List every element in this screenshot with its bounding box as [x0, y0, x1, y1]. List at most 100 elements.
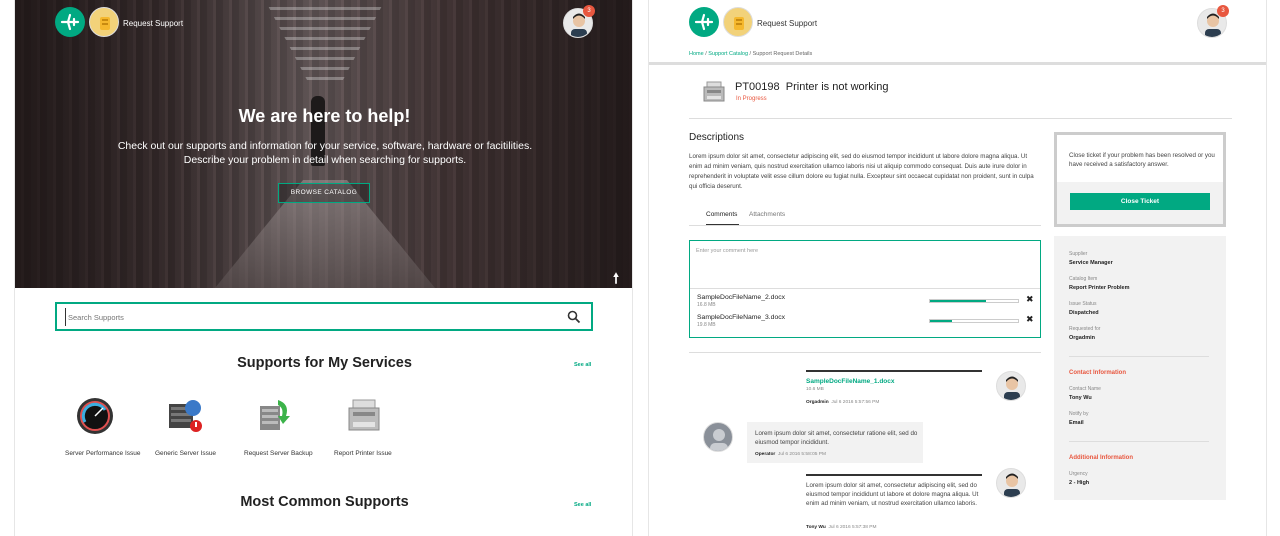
comment-box[interactable]: Enter your comment here SampleDocFileNam… — [689, 240, 1041, 338]
ticket-title: Printer is not working — [785, 81, 889, 93]
support-agent-icon[interactable] — [723, 7, 753, 37]
remove-attachment-icon[interactable]: ✖ — [1026, 294, 1034, 305]
app-title: Request Support — [123, 19, 184, 28]
supplier-value: Service Manager — [1069, 260, 1113, 266]
notification-badge: 3 — [1217, 5, 1229, 17]
contact-info-heading: Contact Information — [1069, 370, 1126, 376]
attachment-row: SampleDocFileName_2.docx 16.8 MB ✖ — [697, 294, 1037, 308]
message-top-rule — [806, 474, 982, 476]
remove-attachment-icon[interactable]: ✖ — [1026, 314, 1034, 325]
issue-status-label: Issue Status — [1069, 301, 1097, 307]
tab-comments[interactable]: Comments — [706, 211, 737, 218]
server-alert-icon — [169, 400, 202, 432]
hero-heading: We are here to help! — [238, 106, 411, 126]
hero-banner: Request Support 3 We are here to help! C… — [15, 0, 632, 288]
comment-input[interactable]: Enter your comment here — [696, 248, 758, 254]
service-card-printer[interactable]: Report Printer Issue — [334, 396, 414, 458]
ceiling-lights-image — [265, 0, 385, 80]
service-label: Request Server Backup — [244, 450, 313, 457]
message-meta: Orgadmin Jul 6 2016 5:57:56 PM — [806, 400, 879, 405]
support-agent-icon[interactable] — [89, 7, 119, 37]
close-ticket-text: Close ticket if your problem has been re… — [1069, 152, 1215, 168]
notify-by-value: Email — [1069, 420, 1084, 426]
search-input[interactable] — [65, 308, 555, 326]
app-title: Request Support — [757, 19, 818, 28]
tab-attachments[interactable]: Attachments — [749, 211, 785, 218]
catalog-item-label: Catalog Item — [1069, 276, 1098, 282]
ticket-status: In Progress — [736, 96, 767, 102]
printer-icon — [703, 81, 725, 102]
divider — [1069, 356, 1209, 357]
issue-status-value: Dispatched — [1069, 310, 1099, 316]
message-author: Orgadmin — [806, 400, 829, 405]
requested-for-value: Orgadmin — [1069, 335, 1095, 341]
common-section-title: Most Common Supports — [240, 494, 409, 510]
search-icon[interactable] — [567, 310, 581, 329]
hero-text-line2: Describe your problem in detail when sea… — [183, 154, 467, 166]
breadcrumb-catalog[interactable]: Support Catalog — [708, 51, 748, 57]
header-divider — [649, 62, 1266, 65]
ticket-detail-frame: Request Support 3 Home / Support Catalog… — [648, 0, 1267, 536]
service-card-server-performance[interactable]: Server Performance Issue — [65, 396, 145, 458]
upload-progress-fill — [930, 320, 952, 322]
breadcrumb-current: Support Request Details — [752, 51, 813, 57]
common-see-all-link[interactable]: See all — [574, 502, 591, 508]
app-logo-icon[interactable] — [55, 7, 85, 37]
divider — [689, 225, 1041, 226]
message-meta: Tony Wu Jul 6 2016 5:57:38 PM — [806, 525, 877, 530]
message-text: Lorem ipsum dolor sit amet, consectetur … — [755, 430, 918, 446]
ticket-id: PT00198 — [735, 81, 780, 93]
service-card-generic-server[interactable]: Generic Server Issue — [155, 396, 235, 458]
message-text: Lorem ipsum dolor sit amet, consectetur … — [806, 482, 979, 507]
scroll-up-icon[interactable]: 🠕 — [613, 268, 619, 292]
operator-avatar — [703, 422, 733, 452]
notify-by-label: Notify by — [1069, 411, 1089, 417]
server-backup-icon — [260, 400, 290, 430]
service-card-server-backup[interactable]: Request Server Backup — [244, 396, 324, 458]
services-section-title: Supports for My Services — [237, 355, 412, 371]
message-time: Jul 6 2016 5:58:05 PM — [777, 452, 826, 457]
descriptions-text: Lorem ipsum dolor sit amet, consectetur … — [689, 153, 1034, 190]
upload-progress-fill — [930, 300, 987, 302]
divider — [690, 288, 1040, 289]
attachment-row: SampleDocFileName_3.docx 19.8 MB ✖ — [697, 314, 1037, 328]
message-attachment-link[interactable]: SampleDocFileName_1.docx — [806, 378, 895, 385]
ticket-heading: PT00198 Printer is not working — [735, 81, 889, 93]
ticket-info-panel: Supplier Service Manager Catalog Item Re… — [1054, 236, 1226, 500]
divider — [689, 352, 1041, 353]
close-ticket-panel: Close ticket if your problem has been re… — [1054, 132, 1226, 227]
contact-name-label: Contact Name — [1069, 386, 1101, 392]
contact-name-value: Tony Wu — [1069, 395, 1092, 401]
notification-badge: 3 — [583, 5, 595, 17]
service-label: Server Performance Issue — [65, 450, 141, 457]
hero-text-line1: Check out our supports and information f… — [117, 140, 533, 152]
services-see-all-link[interactable]: See all — [574, 362, 591, 368]
app-logo-icon[interactable] — [689, 7, 719, 37]
divider — [689, 118, 1232, 119]
message-time: Jul 6 2016 5:57:56 PM — [831, 400, 880, 405]
descriptions-title: Descriptions — [689, 132, 745, 143]
service-label: Generic Server Issue — [155, 450, 217, 457]
commenter-avatar — [996, 371, 1026, 401]
urgency-label: Urgency — [1069, 471, 1088, 477]
message-time: Jul 6 2016 5:57:38 PM — [828, 525, 877, 530]
urgency-value: 2 - High — [1069, 480, 1090, 486]
search-box — [55, 302, 593, 331]
commenter-avatar — [996, 468, 1026, 498]
breadcrumb-home[interactable]: Home — [689, 51, 704, 57]
landing-page-frame: Request Support 3 We are here to help! C… — [14, 0, 633, 536]
browse-catalog-button[interactable]: BROWSE CATALOG — [278, 183, 370, 203]
additional-info-heading: Additional Information — [1069, 455, 1133, 461]
breadcrumb: Home / Support Catalog / Support Request… — [689, 51, 812, 57]
message-author: Tony Wu — [806, 525, 826, 530]
service-label: Report Printer Issue — [334, 450, 392, 457]
message-top-rule — [806, 370, 982, 372]
gauge-icon — [77, 398, 113, 434]
requested-for-label: Requested for — [1069, 326, 1101, 332]
message-author: Operator — [755, 452, 776, 457]
supplier-label: Supplier — [1069, 251, 1088, 257]
close-ticket-button[interactable]: Close Ticket — [1070, 193, 1210, 210]
divider — [1069, 441, 1209, 442]
message-meta: Operator Jul 6 2016 5:58:05 PM — [755, 452, 826, 457]
upload-progress-bar — [929, 299, 1019, 303]
